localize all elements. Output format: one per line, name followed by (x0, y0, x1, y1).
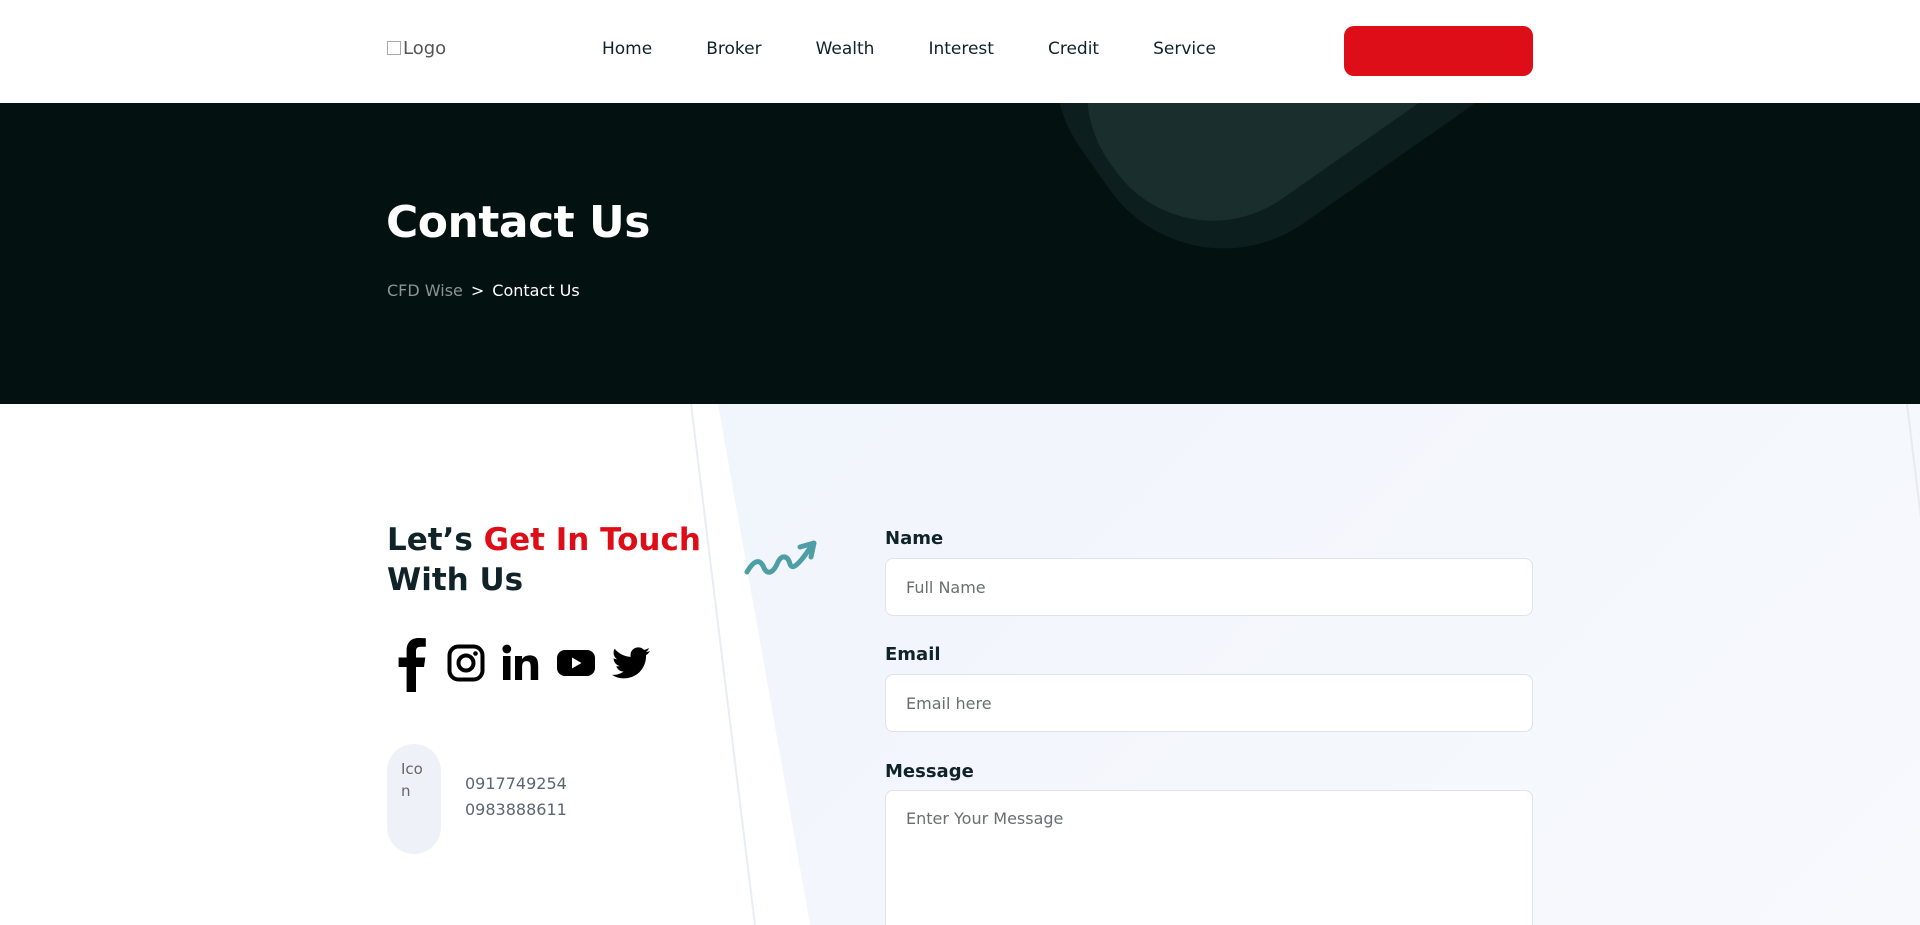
breadcrumb-separator: > (470, 281, 485, 300)
heading-text-line2: With Us (387, 562, 524, 598)
trend-arrow-icon (744, 540, 817, 575)
social-links (387, 634, 662, 692)
logo[interactable]: Logo (387, 38, 446, 59)
heading-highlight: Get In Touch (483, 522, 701, 558)
nav-broker[interactable]: Broker (706, 39, 761, 59)
message-label: Message (885, 761, 974, 782)
phone-icon-badge: Icon (387, 744, 441, 854)
phone-number-1[interactable]: 0917749254 (465, 774, 567, 793)
site-header: Logo Home Broker Wealth Interest Credit … (0, 0, 1920, 103)
nav-wealth[interactable]: Wealth (816, 39, 875, 59)
hero-decor-shape-inner (1040, 103, 1692, 268)
nav-service[interactable]: Service (1153, 39, 1216, 59)
main-nav: Home Broker Wealth Interest Credit Servi… (602, 39, 1270, 59)
heading-text: Let’s (387, 522, 484, 558)
twitter-icon[interactable] (607, 634, 655, 692)
page-title: Contact Us (386, 197, 650, 248)
nav-home[interactable]: Home (602, 39, 652, 59)
name-input[interactable] (885, 558, 1533, 616)
phone-number-2[interactable]: 0983888611 (465, 800, 567, 819)
email-input[interactable] (885, 674, 1533, 732)
email-label: Email (885, 644, 941, 665)
instagram-icon[interactable] (442, 634, 490, 692)
cta-button[interactable] (1344, 26, 1533, 76)
breadcrumb: CFD Wise > Contact Us (387, 281, 580, 300)
name-label: Name (885, 528, 944, 549)
nav-interest[interactable]: Interest (928, 39, 994, 59)
contact-section: Let’s Get In Touch With Us Icon 09177492… (0, 404, 1920, 925)
linkedin-icon[interactable] (497, 634, 545, 692)
breadcrumb-home[interactable]: CFD Wise (387, 281, 463, 300)
youtube-icon[interactable] (552, 634, 600, 692)
facebook-icon[interactable] (387, 634, 435, 692)
phone-icon: Icon (401, 760, 423, 800)
nav-credit[interactable]: Credit (1048, 39, 1099, 59)
contact-heading: Let’s Get In Touch With Us (387, 520, 701, 600)
broken-image-icon (387, 41, 401, 55)
breadcrumb-current: Contact Us (492, 281, 580, 300)
logo-alt-text: Logo (403, 38, 447, 59)
message-textarea[interactable] (885, 790, 1533, 925)
hero-banner: Contact Us CFD Wise > Contact Us (0, 103, 1920, 404)
